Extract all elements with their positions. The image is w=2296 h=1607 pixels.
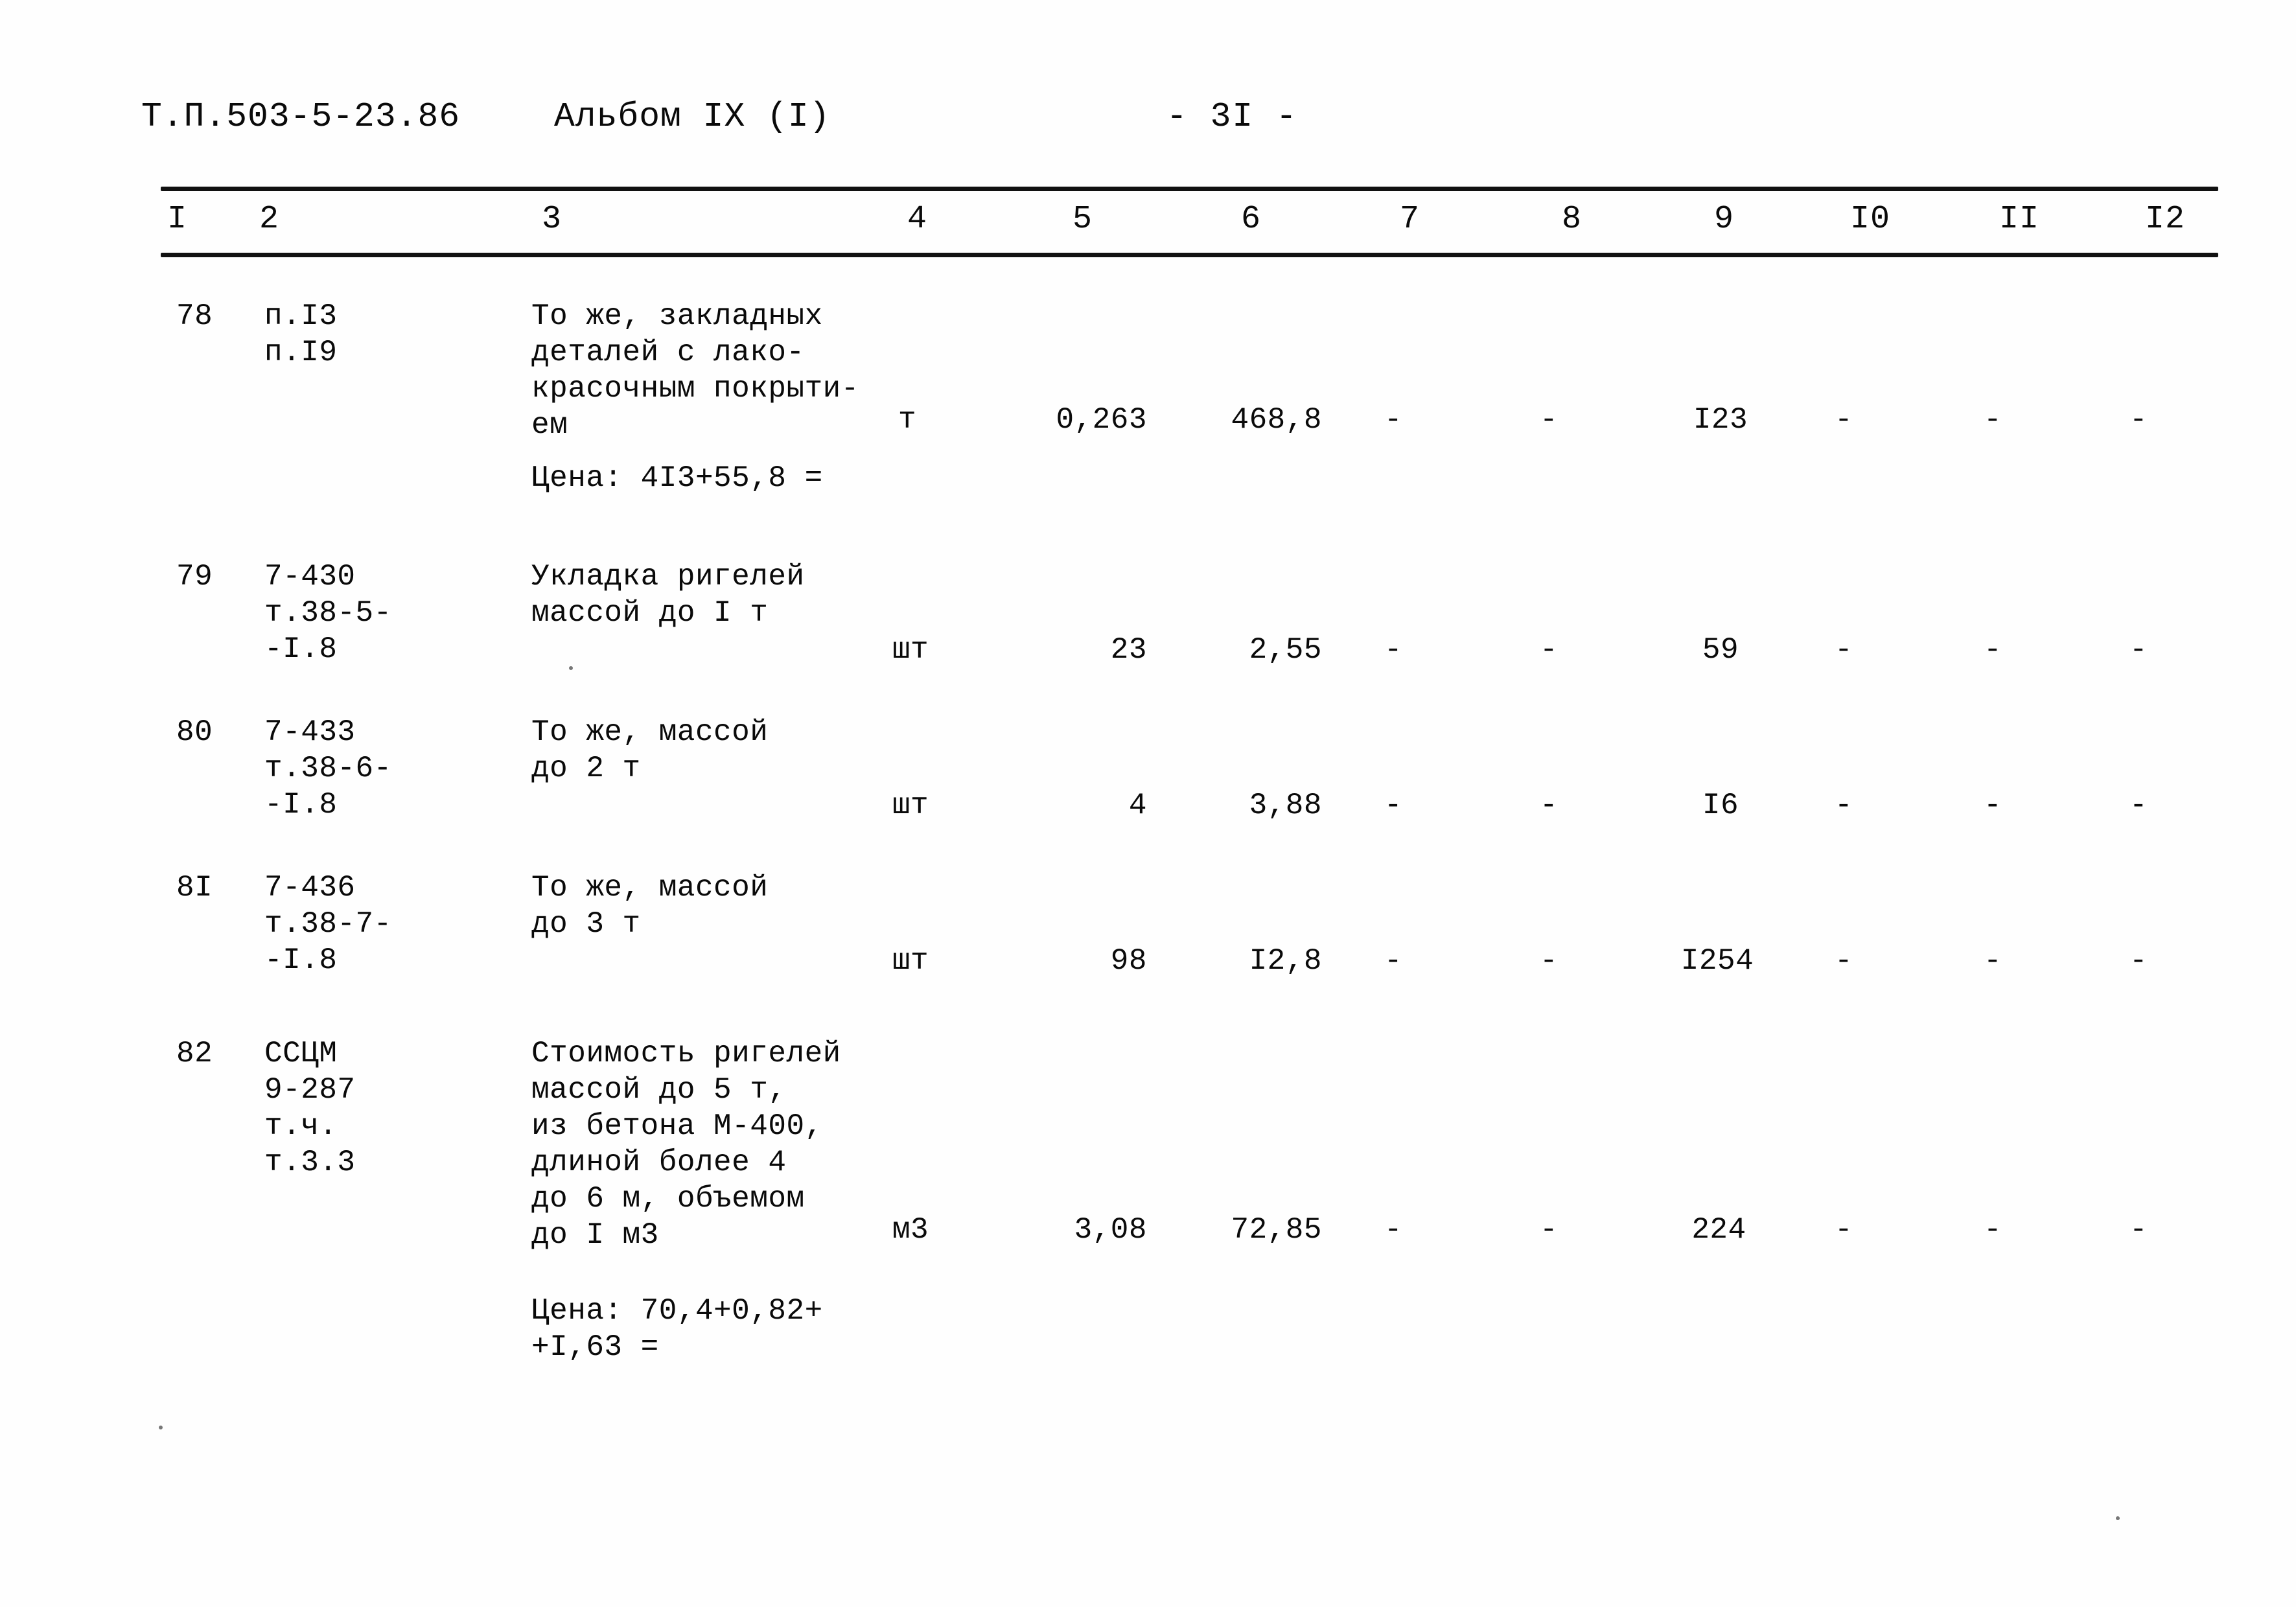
cell-col11: - (1983, 633, 2002, 667)
cell-col4: шт (892, 789, 929, 822)
cell-col11: - (1983, 944, 2002, 978)
cell-col8: - (1539, 944, 1559, 978)
cell-col12: - (2129, 633, 2148, 667)
column-header-7: 7 (1400, 201, 1421, 238)
cell-col1: 80 (176, 715, 213, 749)
cell-col10: - (1834, 1213, 1853, 1247)
cell-col2: 7-433 т.38-6- -I.8 (264, 715, 392, 822)
cell-col5: 3,08 (1074, 1213, 1147, 1247)
scan-speck (159, 1426, 163, 1429)
cell-col5: 23 (1110, 633, 1147, 667)
cell-col2: ССЦМ 9-287 т.ч. т.3.3 (264, 1037, 356, 1179)
cell-col3: То же, массой до 3 т (531, 871, 769, 941)
table-top-rule (161, 187, 2218, 191)
cell-col3: То же, массой до 2 т (531, 715, 769, 785)
cell-col5: 98 (1110, 944, 1147, 978)
cell-col8: - (1539, 633, 1559, 667)
page-header: Т.П.503-5-23.86 Альбом IX (I) - 3I - (0, 97, 2296, 156)
cell-col12: - (2129, 403, 2148, 437)
cell-col11: - (1983, 1213, 2002, 1247)
cell-col2: 7-430 т.38-5- -I.8 (264, 560, 392, 666)
column-header-12: I2 (2145, 201, 2186, 238)
scan-speck (569, 666, 573, 670)
album-label: Альбом IX (I) (554, 97, 831, 136)
cell-col6: 3,88 (1249, 789, 1322, 822)
cell-price-note: Цена: 4I3+55,8 = (531, 461, 823, 495)
cell-col8: - (1539, 403, 1559, 437)
column-header-2: 2 (259, 201, 280, 238)
cell-col1: 82 (176, 1037, 213, 1070)
cell-col6: 2,55 (1249, 633, 1322, 667)
cell-col9: 59 (1702, 633, 1739, 667)
cell-col8: - (1539, 1213, 1559, 1247)
cell-col6: 72,85 (1231, 1213, 1322, 1247)
cell-col7: - (1384, 1213, 1403, 1247)
cell-col4: шт (892, 633, 929, 667)
cell-col12: - (2129, 1213, 2148, 1247)
cell-col1: 78 (176, 299, 213, 333)
cell-col7: - (1384, 944, 1403, 978)
cell-col3: Стоимость ригелей массой до 5 т, из бето… (531, 1037, 841, 1252)
document-page: Т.П.503-5-23.86 Альбом IX (I) - 3I - I 2… (0, 0, 2296, 1607)
cell-col2: п.I3 п.I9 (264, 299, 338, 369)
column-header-10: I0 (1850, 201, 1891, 238)
column-header-3: 3 (542, 201, 562, 238)
cell-col6: 468,8 (1231, 403, 1322, 437)
column-header-1: I (167, 201, 188, 238)
cell-col9: 224 (1691, 1213, 1746, 1247)
cell-col10: - (1834, 633, 1853, 667)
column-header-11: II (1999, 201, 2040, 238)
cell-col7: - (1384, 403, 1403, 437)
cell-price-note: Цена: 70,4+0,82+ +I,63 = (531, 1294, 823, 1364)
column-header-5: 5 (1073, 201, 1093, 238)
cell-col8: - (1539, 789, 1559, 822)
column-header-4: 4 (907, 201, 928, 238)
cell-col9: I254 (1680, 944, 1754, 978)
cell-col4: шт (892, 944, 929, 978)
document-code: Т.П.503-5-23.86 (141, 97, 461, 136)
cell-col9: I6 (1702, 789, 1739, 822)
cell-col11: - (1983, 789, 2002, 822)
cell-col10: - (1834, 403, 1853, 437)
cell-col1: 8I (176, 871, 213, 905)
cell-col3: Укладка ригелей массой до I т (531, 560, 805, 630)
scan-speck (2116, 1516, 2120, 1520)
cell-col12: - (2129, 944, 2148, 978)
cell-col11: - (1983, 403, 2002, 437)
cell-col9: I23 (1693, 403, 1748, 437)
column-header-8: 8 (1562, 201, 1583, 238)
cell-col10: - (1834, 789, 1853, 822)
cell-col7: - (1384, 789, 1403, 822)
column-header-6: 6 (1241, 201, 1262, 238)
cell-col3: То же, закладных деталей с лако- красочн… (531, 299, 859, 442)
cell-col5: 0,263 (1056, 403, 1147, 437)
cell-col6: I2,8 (1249, 944, 1322, 978)
cell-col10: - (1834, 944, 1853, 978)
cell-col12: - (2129, 789, 2148, 822)
cell-col4: м3 (892, 1213, 929, 1247)
cell-col2: 7-436 т.38-7- -I.8 (264, 871, 392, 977)
table-header-rule (161, 253, 2218, 257)
cell-col4: т (898, 403, 917, 437)
page-number: - 3I - (1166, 97, 1298, 136)
cell-col5: 4 (1128, 789, 1147, 822)
column-header-9: 9 (1714, 201, 1735, 238)
cell-col1: 79 (176, 560, 213, 594)
cell-col7: - (1384, 633, 1403, 667)
